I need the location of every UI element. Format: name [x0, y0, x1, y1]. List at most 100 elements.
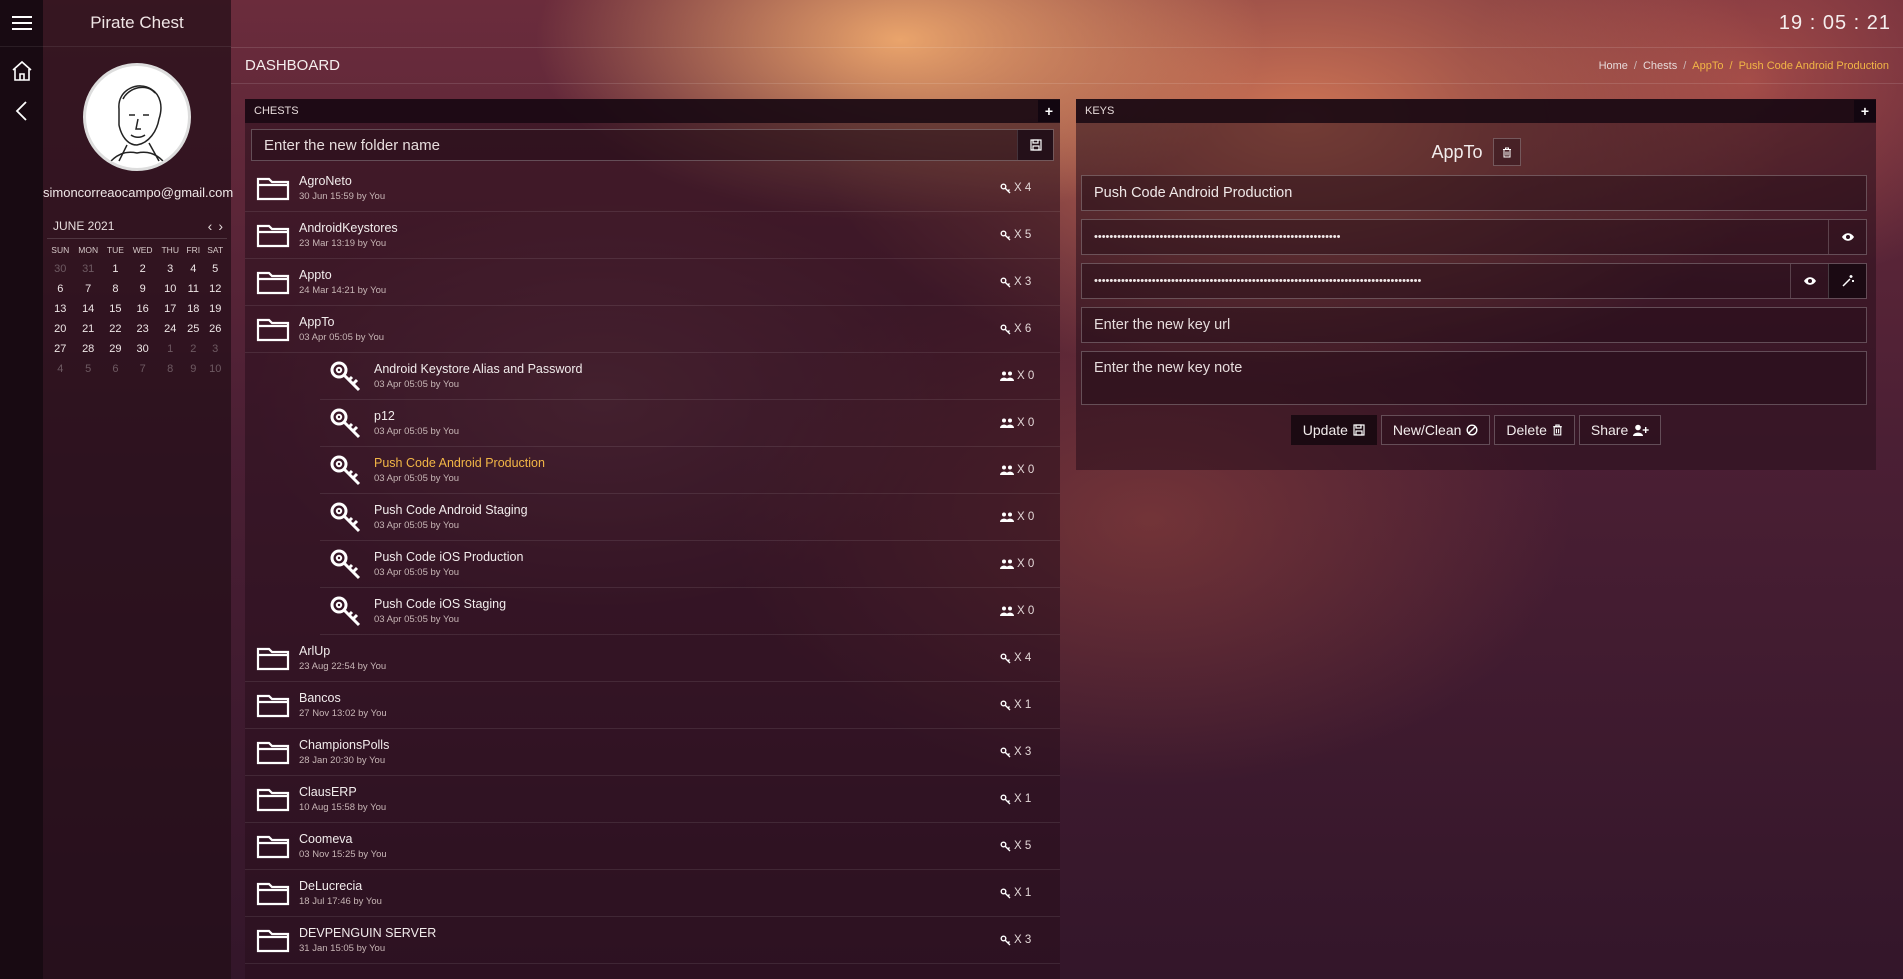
home-button[interactable]	[0, 51, 43, 91]
save-folder-button[interactable]	[1017, 130, 1053, 160]
calendar-day[interactable]: 30	[128, 339, 157, 359]
calendar-day[interactable]: 20	[47, 319, 74, 339]
calendar-grid: SUN MON TUE WED THU FRI SAT 30 31 1 2 3 4 5 6 7 8 9 10 11 1…	[47, 245, 227, 379]
delete-button[interactable]: Delete	[1494, 415, 1575, 445]
calendar-day[interactable]: 9	[128, 279, 157, 299]
calendar-day[interactable]: 29	[103, 339, 128, 359]
plus-icon: +	[1860, 103, 1870, 119]
calendar-day[interactable]: 3	[157, 259, 183, 279]
key-url-field[interactable]: Enter the new key url	[1081, 307, 1867, 343]
calendar-day[interactable]: 14	[74, 299, 103, 319]
breadcrumb-folder[interactable]: AppTo	[1692, 60, 1723, 72]
folder-row[interactable]: AgroNeto 30 Jun 15:59 by You X 4	[245, 165, 1060, 212]
share-button[interactable]: Share	[1578, 415, 1662, 445]
reveal-user-button[interactable]	[1828, 220, 1866, 254]
calendar-day[interactable]: 1	[157, 339, 183, 359]
calendar-day[interactable]: 2	[128, 259, 157, 279]
folder-key-count: X 1	[1000, 699, 1060, 711]
folder-key-count: X 1	[1000, 793, 1060, 805]
back-button[interactable]	[0, 91, 43, 131]
delete-folder-button[interactable]	[1492, 138, 1521, 166]
calendar-day[interactable]: 18	[183, 299, 203, 319]
calendar-day[interactable]: 16	[128, 299, 157, 319]
key-row[interactable]: Push Code iOS Production 03 Apr 05:05 by…	[320, 541, 1060, 588]
key-row[interactable]: Push Code Android Staging 03 Apr 05:05 b…	[320, 494, 1060, 541]
update-button[interactable]: Update	[1290, 415, 1377, 445]
breadcrumb-chests[interactable]: Chests	[1643, 60, 1677, 72]
key-row[interactable]: Android Keystore Alias and Password 03 A…	[320, 353, 1060, 400]
calendar-day[interactable]: 8	[103, 279, 128, 299]
calendar-day[interactable]: 5	[74, 359, 103, 379]
key-password-field[interactable]: ••••••••••••••••••••••••••••••••••••••••…	[1081, 263, 1867, 299]
calendar-day[interactable]: 10	[157, 279, 183, 299]
calendar-day[interactable]: 7	[128, 359, 157, 379]
chevron-right-icon[interactable]: ›	[218, 218, 223, 234]
users-icon	[1000, 559, 1014, 569]
calendar-day[interactable]: 21	[74, 319, 103, 339]
key-note-field[interactable]: Enter the new key note	[1081, 351, 1867, 405]
calendar-day[interactable]: 17	[157, 299, 183, 319]
folder-row[interactable]: Coomeva 03 Nov 15:25 by You X 5	[245, 823, 1060, 870]
calendar-day[interactable]: 12	[203, 279, 227, 299]
calendar-day[interactable]: 19	[203, 299, 227, 319]
calendar-day[interactable]: 31	[74, 259, 103, 279]
folder-row[interactable]: AndroidKeystores 23 Mar 13:19 by You X 5	[245, 212, 1060, 259]
folder-name: Bancos	[299, 691, 341, 705]
calendar-day[interactable]: 10	[203, 359, 227, 379]
calendar-day[interactable]: 9	[183, 359, 203, 379]
calendar-day[interactable]: 23	[128, 319, 157, 339]
calendar-day[interactable]: 5	[203, 259, 227, 279]
folder-row[interactable]: DEVPENGUIN SERVER 31 Jan 15:05 by You X …	[245, 917, 1060, 964]
calendar-day[interactable]: 28	[74, 339, 103, 359]
add-chest-button[interactable]: +	[1038, 100, 1060, 122]
calendar-day[interactable]: 15	[103, 299, 128, 319]
calendar-day[interactable]: 8	[157, 359, 183, 379]
calendar-day[interactable]: 27	[47, 339, 74, 359]
folder-row[interactable]: ArlUp 23 Aug 22:54 by You X 4	[245, 635, 1060, 682]
calendar-day[interactable]: 30	[47, 259, 74, 279]
folder-row[interactable]: Appto 24 Mar 14:21 by You X 3	[245, 259, 1060, 306]
calendar-day[interactable]: 26	[203, 319, 227, 339]
key-name: Push Code iOS Staging	[374, 597, 507, 611]
calendar-day[interactable]: 22	[103, 319, 128, 339]
key-meta: 03 Apr 05:05 by You	[374, 567, 460, 578]
calendar-day[interactable]: 6	[47, 279, 74, 299]
folder-row[interactable]: ChampionsPolls 28 Jan 20:30 by You X 3	[245, 729, 1060, 776]
calendar-day[interactable]: 3	[203, 339, 227, 359]
panel-title: CHESTS	[254, 105, 299, 117]
folder-meta: 10 Aug 15:58 by You	[299, 802, 387, 813]
add-key-button[interactable]: +	[1854, 100, 1876, 122]
avatar[interactable]	[83, 63, 191, 171]
key-name-field[interactable]: Push Code Android Production	[1081, 175, 1867, 211]
calendar-day[interactable]: 6	[103, 359, 128, 379]
chevron-left-icon[interactable]: ‹	[208, 218, 213, 234]
calendar-day[interactable]: 24	[157, 319, 183, 339]
calendar-day[interactable]: 11	[183, 279, 203, 299]
generate-password-button[interactable]	[1828, 264, 1866, 298]
folder-row[interactable]: AppTo 03 Apr 05:05 by You X 6	[245, 306, 1060, 353]
key-user-field[interactable]: ••••••••••••••••••••••••••••••••••••••••…	[1081, 219, 1867, 255]
calendar-day[interactable]: 13	[47, 299, 74, 319]
folder-row[interactable]: DeLucrecia 18 Jul 17:46 by You X 1	[245, 870, 1060, 917]
calendar-day[interactable]: 4	[47, 359, 74, 379]
share-count-label: X 0	[1017, 417, 1035, 429]
folder-name-input[interactable]	[252, 130, 1017, 160]
calendar-day[interactable]: 2	[183, 339, 203, 359]
new-clean-button[interactable]: New/Clean	[1380, 415, 1491, 445]
calendar-day[interactable]: 1	[103, 259, 128, 279]
folder-icon	[256, 835, 290, 859]
calendar-day[interactable]: 7	[74, 279, 103, 299]
breadcrumb-home[interactable]: Home	[1599, 60, 1628, 72]
header-bar: DASHBOARD Home / Chests / AppTo / Push C…	[231, 48, 1903, 84]
calendar-day[interactable]: 25	[183, 319, 203, 339]
hamburger-menu-button[interactable]	[0, 0, 43, 47]
folder-row[interactable]: ClausERP 10 Aug 15:58 by You X 1	[245, 776, 1060, 823]
calendar-day[interactable]: 4	[183, 259, 203, 279]
key-row[interactable]: Push Code iOS Staging 03 Apr 05:05 by Yo…	[320, 588, 1060, 635]
reveal-password-button[interactable]	[1790, 264, 1828, 298]
key-row[interactable]: p12 03 Apr 05:05 by You X 0	[320, 400, 1060, 447]
key-meta: 03 Apr 05:05 by You	[374, 379, 460, 390]
key-row[interactable]: Push Code Android Production 03 Apr 05:0…	[320, 447, 1060, 494]
folder-row[interactable]: Bancos 27 Nov 13:02 by You X 1	[245, 682, 1060, 729]
folder-key-count: X 3	[1000, 934, 1060, 946]
